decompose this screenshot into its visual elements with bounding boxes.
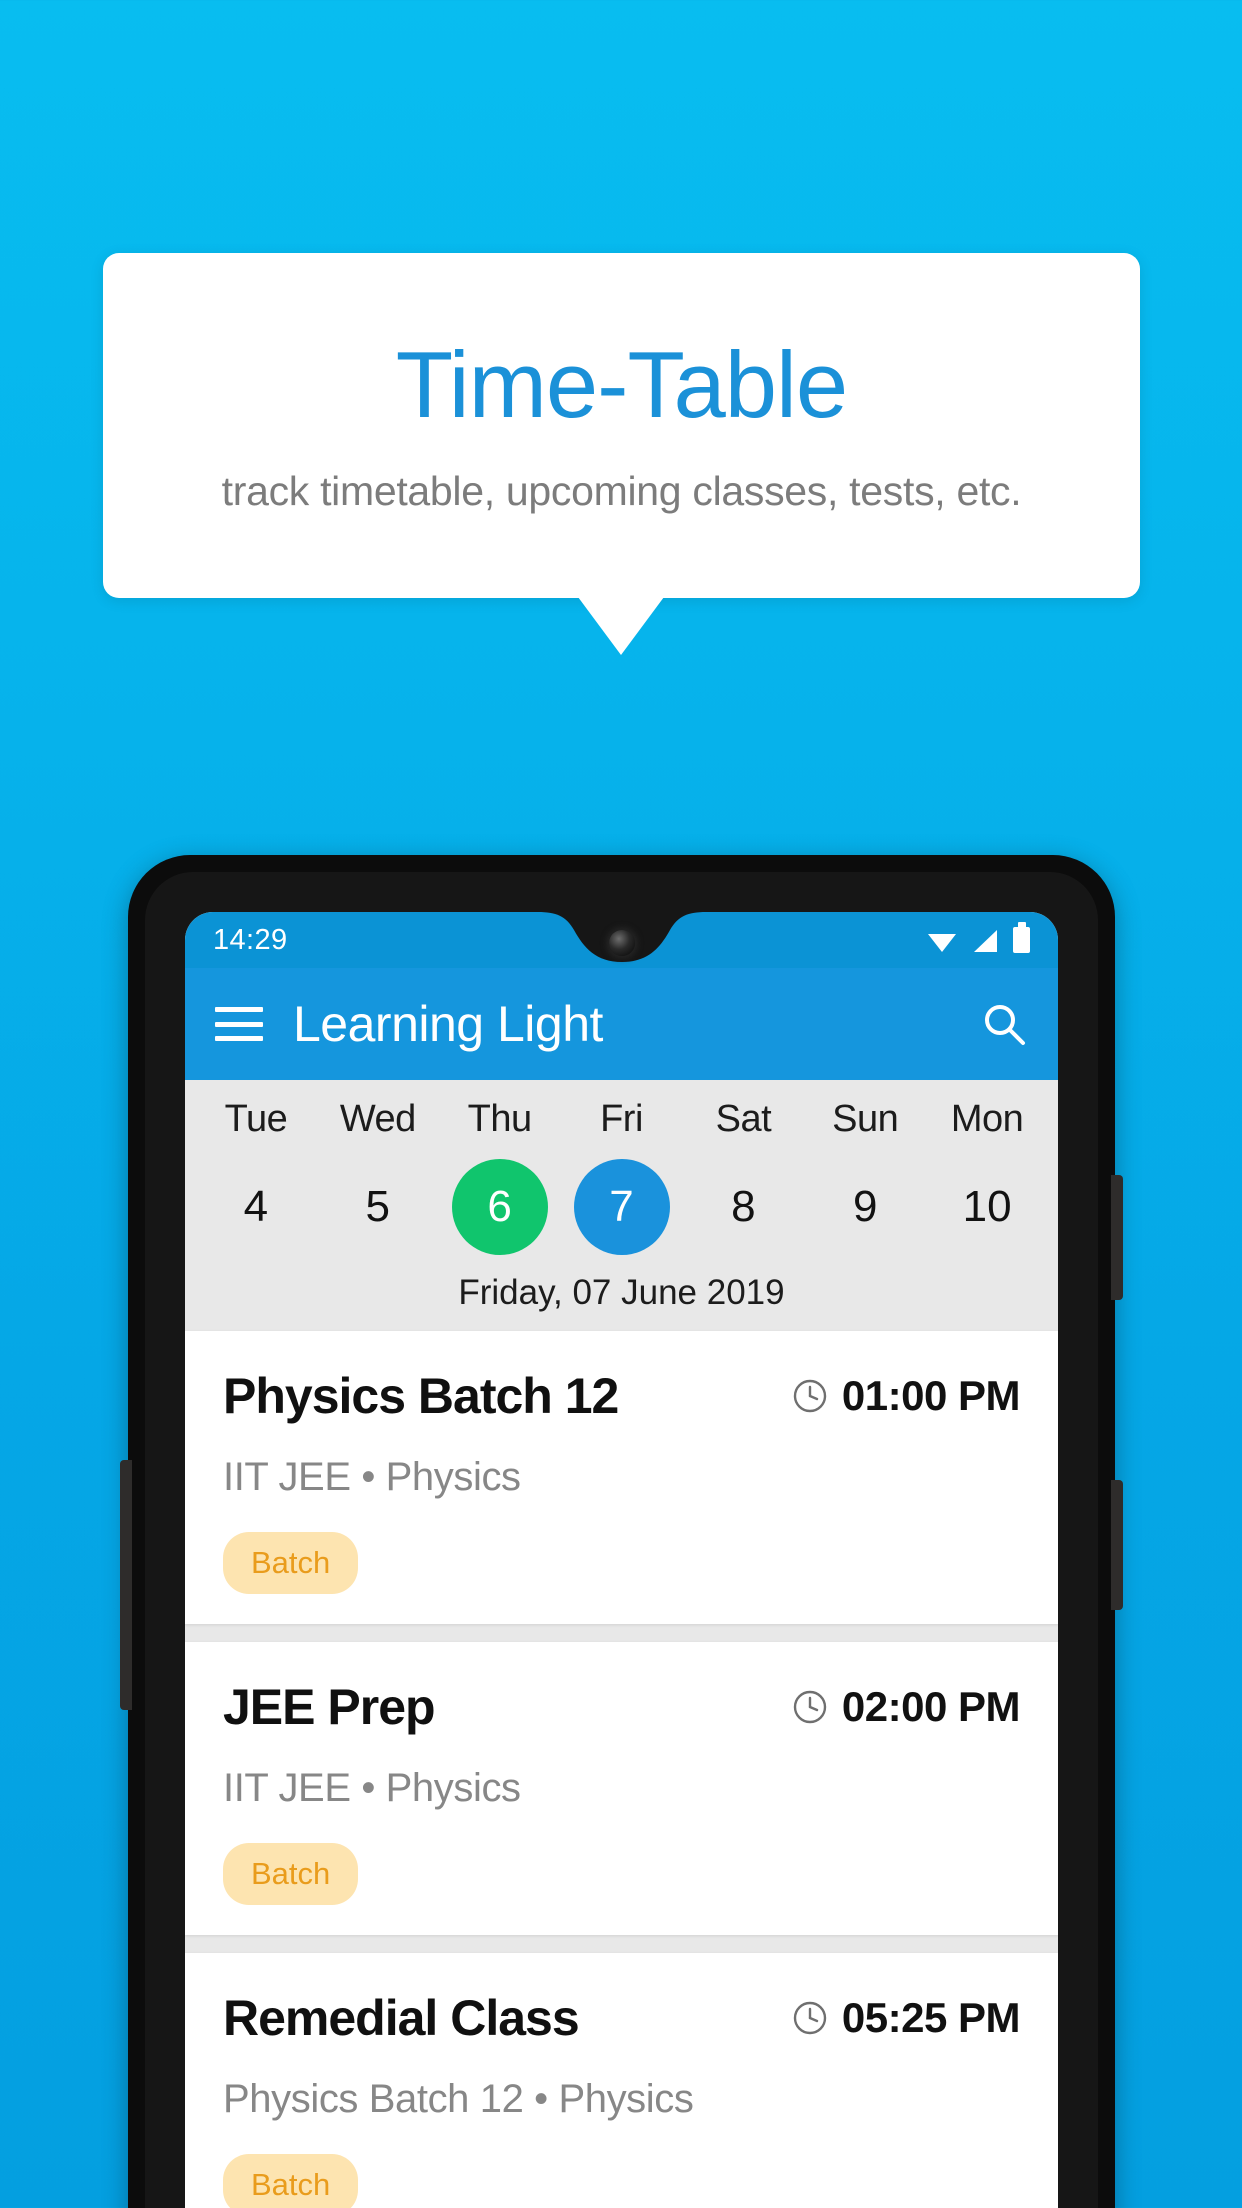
day-name: Fri [600,1098,643,1140]
event-time: 01:00 PM [841,1372,1021,1419]
day-name: Sat [715,1098,772,1140]
event-time-wrap: 05:25 PM [792,1994,1021,2042]
day-number: 10 [962,1182,1012,1231]
day-cell-sun[interactable]: Sun 9 [804,1098,926,1255]
event-title: Physics Batch 12 [223,1368,619,1424]
day-cell-fri[interactable]: Fri 7 [561,1098,683,1255]
search-icon[interactable] [980,1000,1028,1048]
event-card[interactable]: JEE Prep 02:00 PM IIT JEE • Physics Batch [185,1642,1058,1935]
day-number-badge[interactable]: 7 [573,1159,670,1255]
day-cell-tue[interactable]: Tue 4 [195,1098,317,1255]
day-number: 6 [487,1182,512,1231]
day-name: Thu [467,1098,532,1140]
day-name: Mon [950,1098,1024,1140]
event-type-chip[interactable]: Batch [223,1532,359,1594]
event-type-chip[interactable]: Batch [223,2154,359,2208]
event-title: Remedial Class [223,1990,580,2046]
selected-full-date: Friday, 07 June 2019 [458,1273,785,1312]
event-time: 02:00 PM [841,1683,1021,1730]
promo-title: Time-Table [395,331,848,437]
day-name: Sun [832,1098,899,1140]
event-subtitle: Physics Batch 12 • Physics [223,2077,694,2121]
app-bar: Learning Light [185,968,1058,1080]
battery-icon [1013,922,1030,953]
status-bar: 14:29 [185,912,1058,968]
phone-bezel: 14:29 Learning Light Tue 4 Wed 5 Thu 6 F… [145,872,1098,2208]
day-number-badge[interactable]: 10 [939,1159,1035,1255]
status-bar-icons [927,922,1030,953]
day-number: 4 [243,1182,269,1231]
event-card-header: JEE Prep 02:00 PM [223,1678,1021,1736]
status-bar-clock: 14:29 [213,923,288,956]
day-number-badge[interactable]: 5 [330,1159,426,1255]
day-name: Wed [339,1098,416,1140]
day-number-badge[interactable]: 6 [451,1159,548,1255]
date-strip: Tue 4 Wed 5 Thu 6 Fri 7 Sat 8 Sun 9 Mon 10 Friday, 07… [185,1080,1058,1331]
wifi-icon [928,934,956,952]
promo-callout-pointer [578,597,664,655]
clock-icon [793,2001,827,2035]
hamburger-menu-icon[interactable] [215,1007,263,1041]
phone-screen: 14:29 Learning Light Tue 4 Wed 5 Thu 6 F… [185,912,1058,2208]
event-card[interactable]: Physics Batch 12 01:00 PM IIT JEE • Physic… [185,1331,1058,1624]
day-number: 8 [731,1182,756,1231]
day-name: Tue [224,1098,288,1140]
event-subtitle: IIT JEE • Physics [223,1766,521,1810]
event-list[interactable]: Physics Batch 12 01:00 PM IIT JEE • Physic… [185,1331,1058,2208]
phone-left-volume-button[interactable] [120,1460,132,1710]
promo-callout: Time-Table track timetable, upcoming cla… [103,253,1140,598]
phone-power-button[interactable] [1111,1175,1123,1300]
event-title: JEE Prep [223,1679,436,1735]
promo-subtitle: track timetable, upcoming classes, tests… [221,468,1022,515]
phone-frame: 14:29 Learning Light Tue 4 Wed 5 Thu 6 F… [120,855,1123,2208]
clock-icon [793,1379,827,1413]
event-time-wrap: 01:00 PM [792,1372,1021,1420]
day-cell-sat[interactable]: Sat 8 [682,1098,804,1255]
front-camera-icon [608,930,635,956]
event-card-header: Remedial Class 05:25 PM [223,1989,1021,2047]
event-time: 05:25 PM [841,1994,1021,2041]
event-type-chip[interactable]: Batch [223,1843,359,1905]
app-bar-title: Learning Light [293,996,603,1052]
signal-icon [974,930,997,952]
clock-icon [793,1690,827,1724]
day-number: 5 [365,1182,391,1231]
day-cell-thu[interactable]: Thu 6 [439,1098,561,1255]
day-number: 9 [852,1182,878,1231]
day-number-badge[interactable]: 9 [817,1159,913,1255]
day-number: 7 [609,1182,634,1231]
day-number-badge[interactable]: 8 [695,1159,791,1255]
day-row: Tue 4 Wed 5 Thu 6 Fri 7 Sat 8 Sun 9 Mon 10 [195,1098,1048,1255]
day-number-badge[interactable]: 4 [208,1159,304,1255]
day-cell-mon[interactable]: Mon 10 [926,1098,1048,1255]
phone-right-volume-button[interactable] [1111,1480,1123,1610]
event-card[interactable]: Remedial Class 05:25 PM Physics Batch 12 •… [185,1953,1058,2208]
event-time-wrap: 02:00 PM [792,1683,1021,1731]
event-subtitle: IIT JEE • Physics [223,1455,521,1499]
event-card-header: Physics Batch 12 01:00 PM [223,1367,1021,1425]
day-cell-wed[interactable]: Wed 5 [317,1098,439,1255]
